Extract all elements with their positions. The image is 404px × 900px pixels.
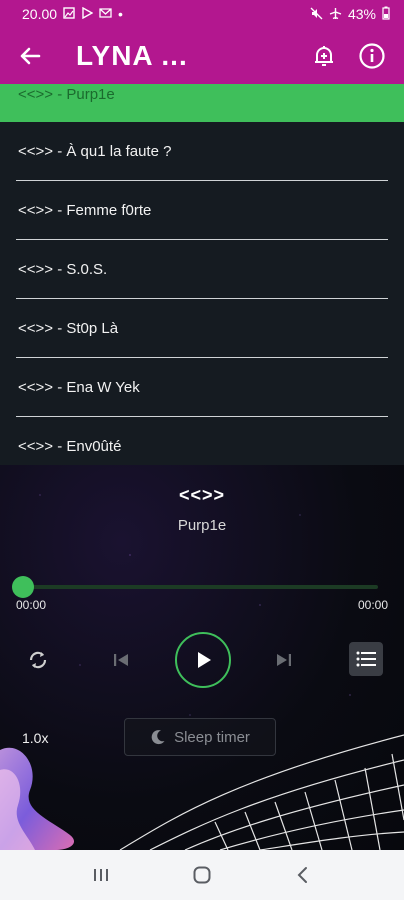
now-playing-artist: <<>> <box>178 485 226 505</box>
status-dot: • <box>118 6 123 22</box>
home-button[interactable] <box>182 855 222 895</box>
now-playing-title: Purp1e <box>177 517 227 534</box>
status-time: 20.00 <box>22 6 58 22</box>
recent-apps-button[interactable] <box>81 855 121 895</box>
sleep-timer-label: Sleep timer <box>174 728 250 746</box>
back-arrow-icon <box>20 47 41 65</box>
track-item[interactable]: <<>> - S.0.S. <box>16 240 388 299</box>
track-item[interactable]: <<>> - Ena W Yek <box>16 358 388 417</box>
elapsed-time: 00:00 <box>16 598 47 612</box>
home-icon <box>193 866 211 884</box>
repeat-button[interactable] <box>24 646 52 674</box>
playback-controls <box>0 630 404 690</box>
repeat-icon <box>29 651 47 669</box>
next-button[interactable] <box>270 646 298 674</box>
playback-speed-button[interactable]: 1.0x <box>22 730 48 746</box>
player-panel: <<>> Purp1e 00:00 00:00 1.0x Sleep timer <box>0 465 404 850</box>
moon-icon <box>151 730 165 745</box>
skip-previous-icon <box>114 654 128 666</box>
play-icon <box>198 652 211 668</box>
app-bar: LYNA ... <box>0 28 404 84</box>
play-store-icon <box>81 6 94 21</box>
sleep-timer-button[interactable]: Sleep timer <box>124 718 276 756</box>
battery-icon <box>382 6 390 22</box>
gallery-icon <box>63 7 75 21</box>
mute-icon <box>310 7 323 22</box>
track-item-active[interactable]: <<>> - Purp1e <box>0 84 404 122</box>
page-title: LYNA ... <box>76 40 188 71</box>
status-bar: 20.00 • 43% <box>0 0 404 28</box>
alarm-add-icon <box>315 46 333 66</box>
system-nav-bar <box>0 850 404 900</box>
mail-icon <box>99 7 112 21</box>
track-item[interactable]: <<>> - À qu1 la faute ? <box>16 122 388 181</box>
info-icon <box>359 43 385 69</box>
back-nav-button[interactable] <box>283 855 323 895</box>
queue-list-icon <box>356 651 376 667</box>
recent-apps-icon <box>93 869 108 881</box>
track-item[interactable]: <<>> - St0p Là <box>16 299 388 358</box>
track-item[interactable]: <<>> - Env0ûté <box>16 417 388 465</box>
airplane-mode-icon <box>329 7 342 22</box>
skip-next-icon <box>277 654 291 666</box>
alarm-button[interactable] <box>304 36 344 76</box>
track-list: <<>> - Purp1e <<>> - À qu1 la faute ? <<… <box>0 84 404 465</box>
chevron-left-icon <box>297 867 308 883</box>
previous-button[interactable] <box>107 646 135 674</box>
seek-bar[interactable] <box>12 576 378 598</box>
info-button[interactable] <box>352 36 392 76</box>
track-item[interactable]: <<>> - Femme f0rte <box>16 181 388 240</box>
battery-percent: 43% <box>347 6 376 22</box>
queue-button[interactable] <box>349 642 383 676</box>
back-button[interactable] <box>12 38 48 74</box>
play-button[interactable] <box>175 632 231 688</box>
total-time: 00:00 <box>357 598 388 612</box>
